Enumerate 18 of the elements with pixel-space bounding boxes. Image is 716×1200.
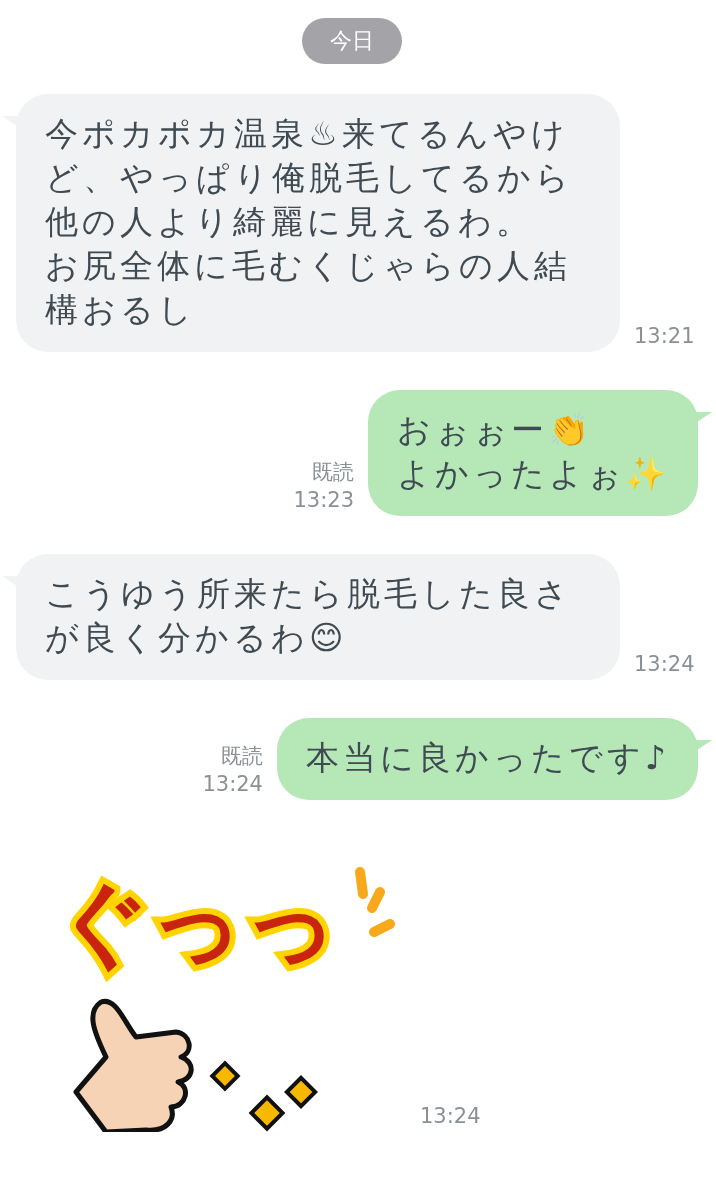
message-text: 本当に良かったです♪ — [305, 737, 670, 779]
message-text: こうゆう所来たら脱毛した良さが良く分かるわ😊 — [45, 573, 573, 659]
burst-lines-icon — [355, 867, 395, 937]
sticker-text: ぐっっ — [55, 868, 339, 978]
message-text: お尻全体に毛むくじゃらの人結構おるし — [45, 245, 572, 331]
message-text: おぉぉー👏 — [397, 409, 594, 451]
message-text: 今ポカポカ温泉♨来てるんやけど、やっぱり俺脱毛してるから他の人より綺麗に見えるわ。 — [45, 113, 573, 243]
message-time: 13:21 — [634, 323, 695, 350]
read-receipt: 既読 — [220, 743, 263, 770]
thumbs-up-icon — [73, 998, 194, 1132]
message-text: よかったよぉ✨ — [397, 453, 670, 495]
sparkle-icon — [209, 1060, 318, 1132]
date-badge: 今日 — [302, 18, 402, 64]
message-time: 13:24 — [420, 1102, 481, 1130]
message-time: 13:23 — [293, 487, 354, 514]
message-time: 13:24 — [202, 771, 263, 798]
read-receipt: 既読 — [312, 459, 354, 486]
message-time: 13:24 — [634, 651, 695, 678]
